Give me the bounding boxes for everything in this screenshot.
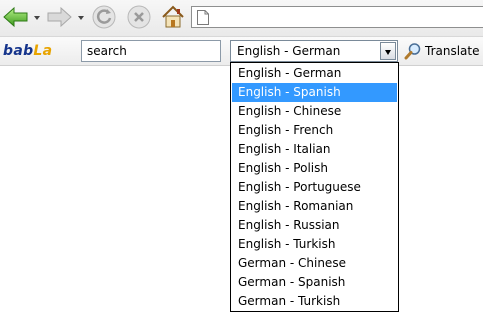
address-bar[interactable]: [191, 6, 483, 28]
forward-dropdown-arrow[interactable]: [78, 16, 84, 20]
dropdown-option[interactable]: German - Turkish: [232, 292, 397, 311]
dropdown-option[interactable]: English - Turkish: [232, 235, 397, 254]
magnifier-icon: [404, 43, 421, 60]
language-select[interactable]: English - German: [230, 40, 398, 62]
language-select-value: English - German: [237, 44, 341, 58]
forward-button[interactable]: [46, 6, 72, 32]
dropdown-option[interactable]: English - German: [232, 64, 397, 83]
language-dropdown-button[interactable]: [380, 42, 396, 60]
navigation-toolbar: [0, 0, 483, 36]
dropdown-option[interactable]: German - Spanish: [232, 273, 397, 292]
dropdown-option[interactable]: English - Portuguese: [232, 178, 397, 197]
dropdown-option[interactable]: English - Russian: [232, 216, 397, 235]
search-input[interactable]: [81, 40, 221, 62]
dropdown-option[interactable]: English - Polish: [232, 159, 397, 178]
home-icon: [162, 5, 184, 28]
stop-button[interactable]: [127, 5, 151, 33]
page-icon: [197, 10, 209, 25]
back-arrow-icon: [3, 6, 28, 28]
language-dropdown-list: English - German English - Spanish English…: [230, 62, 399, 312]
translate-label: Translate: [425, 44, 480, 58]
babla-logo[interactable]: babLa: [3, 41, 52, 61]
translate-button[interactable]: Translate: [404, 40, 480, 62]
home-button[interactable]: [160, 4, 186, 34]
dropdown-option[interactable]: English - Chinese: [232, 102, 397, 121]
dropdown-option[interactable]: English - Spanish: [232, 83, 397, 102]
chevron-down-icon: [385, 50, 391, 55]
refresh-icon: [92, 5, 116, 29]
back-button[interactable]: [3, 6, 29, 32]
logo-text-part2: La: [33, 43, 53, 59]
dropdown-option[interactable]: English - French: [232, 121, 397, 140]
logo-text-part1: bab: [3, 43, 34, 59]
back-dropdown-arrow[interactable]: [34, 16, 40, 20]
forward-arrow-icon: [47, 6, 72, 28]
stop-icon: [127, 5, 151, 29]
dropdown-option[interactable]: German - Chinese: [232, 254, 397, 273]
dropdown-option[interactable]: English - Italian: [232, 140, 397, 159]
dropdown-option[interactable]: English - Romanian: [232, 197, 397, 216]
refresh-button[interactable]: [92, 5, 116, 33]
